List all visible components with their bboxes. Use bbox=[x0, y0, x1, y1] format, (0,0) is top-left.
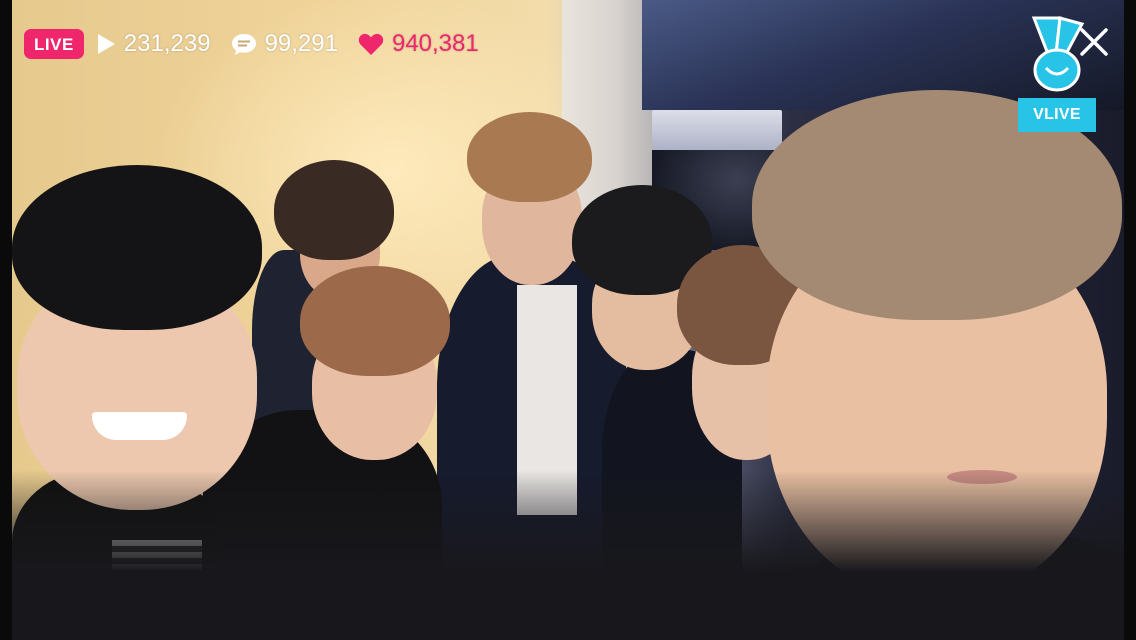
views-stat: 231,239 bbox=[96, 29, 211, 59]
views-count: 231,239 bbox=[123, 30, 211, 57]
chat-bubble-icon bbox=[231, 32, 257, 56]
live-badge: LIVE bbox=[24, 29, 84, 59]
letterbox-left bbox=[0, 0, 12, 640]
letterbox-right bbox=[1124, 0, 1136, 640]
foreground-table-shadow bbox=[12, 470, 1124, 640]
comments-count: 99,291 bbox=[264, 30, 338, 57]
stream-stats-bar: LIVE 231,239 99,291 940,381 bbox=[24, 28, 499, 60]
video-frame[interactable] bbox=[12, 0, 1124, 640]
play-icon bbox=[96, 33, 116, 55]
hearts-stat: 940,381 bbox=[358, 29, 479, 59]
background-screen bbox=[652, 110, 782, 154]
heart-icon bbox=[358, 32, 384, 56]
close-button[interactable] bbox=[1074, 22, 1114, 62]
live-stream-viewer: LIVE 231,239 99,291 940,381 VLIVE bbox=[0, 0, 1136, 640]
hearts-count: 940,381 bbox=[391, 30, 479, 57]
close-icon bbox=[1074, 28, 1114, 66]
vlive-wordmark: VLIVE bbox=[1018, 98, 1096, 132]
comments-stat: 99,291 bbox=[231, 29, 338, 59]
